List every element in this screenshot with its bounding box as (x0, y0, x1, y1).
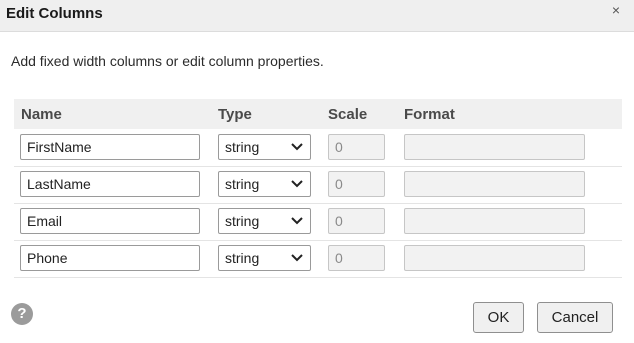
column-format-input (404, 171, 585, 197)
chevron-down-icon (291, 180, 303, 188)
column-name-input[interactable]: Email (20, 208, 200, 234)
column-scale-input: 0 (328, 208, 385, 234)
table-row: Email string 0 (14, 203, 622, 241)
chevron-down-icon (291, 254, 303, 262)
header-name: Name (21, 106, 62, 123)
table-row: Phone string 0 (14, 240, 622, 278)
column-type-value: string (225, 213, 260, 229)
column-name-input[interactable]: LastName (20, 171, 200, 197)
table-row: FirstName string 0 (14, 129, 622, 167)
header-format: Format (404, 106, 455, 123)
column-type-select[interactable]: string (218, 171, 311, 197)
header-scale: Scale (328, 106, 368, 123)
cancel-button[interactable]: Cancel (537, 302, 613, 333)
column-type-value: string (225, 176, 260, 192)
dialog-titlebar: Edit Columns × (0, 0, 634, 32)
column-scale-input: 0 (328, 134, 385, 160)
column-type-select[interactable]: string (218, 134, 311, 160)
help-icon[interactable]: ? (11, 303, 33, 325)
edit-columns-dialog: Edit Columns × Add fixed width columns o… (0, 0, 634, 343)
ok-button[interactable]: OK (473, 302, 524, 333)
column-type-value: string (225, 139, 260, 155)
column-format-input (404, 134, 585, 160)
chevron-down-icon (291, 143, 303, 151)
column-scale-input: 0 (328, 171, 385, 197)
dialog-title: Edit Columns (6, 5, 103, 22)
column-type-value: string (225, 250, 260, 266)
column-name-input[interactable]: Phone (20, 245, 200, 271)
chevron-down-icon (291, 217, 303, 225)
dialog-description: Add fixed width columns or edit column p… (11, 53, 324, 69)
column-format-input (404, 245, 585, 271)
column-format-input (404, 208, 585, 234)
header-type: Type (218, 106, 252, 123)
column-type-select[interactable]: string (218, 245, 311, 271)
table-header: Name Type Scale Format (14, 99, 622, 129)
table-row: LastName string 0 (14, 166, 622, 204)
column-type-select[interactable]: string (218, 208, 311, 234)
close-icon[interactable]: × (610, 3, 622, 17)
column-scale-input: 0 (328, 245, 385, 271)
column-name-input[interactable]: FirstName (20, 134, 200, 160)
